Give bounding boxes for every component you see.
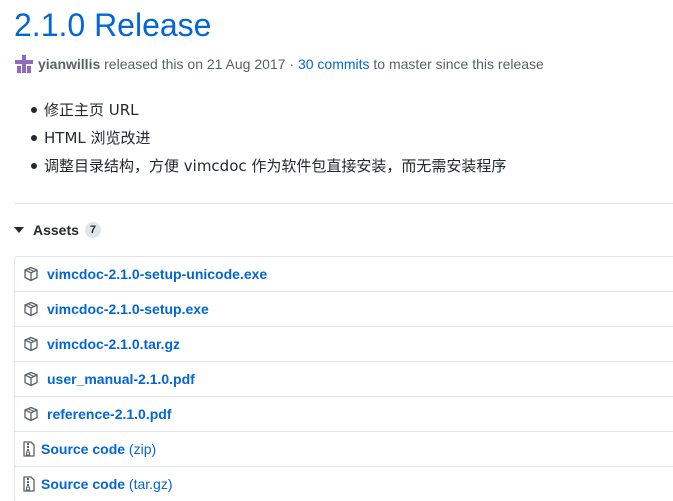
commits-suffix: to master since this release [369,56,544,72]
author-link[interactable]: yianwillis [38,56,100,72]
source-code-label: Source code [41,441,126,457]
bullet-icon [31,107,37,113]
release-note-text: HTML 浏览改进 [44,129,151,147]
release-meta: yianwillis released this on 21 Aug 2017 … [14,54,544,74]
release-note-item: 修正主页 URL [24,96,506,124]
avatar[interactable] [14,54,34,74]
package-icon [24,406,38,422]
asset-row: vimcdoc-2.1.0.tar.gz [15,327,673,362]
assets-list: vimcdoc-2.1.0-setup-unicode.exe vimcdoc-… [14,256,673,501]
package-icon [24,266,38,282]
source-code-format: (zip) [128,441,157,457]
assets-toggle[interactable]: Assets 7 [14,219,101,241]
triangle-down-icon [14,227,24,233]
asset-download-link[interactable]: user_manual-2.1.0.pdf [47,371,195,387]
release-notes: 修正主页 URL HTML 浏览改进 调整目录结构，方便 vimcdoc 作为软… [24,96,506,180]
release-title[interactable]: 2.1.0 Release [14,4,211,46]
asset-row: Source code (zip) [15,432,673,467]
commits-link[interactable]: 30 commits [298,56,370,72]
source-code-label: Source code [41,476,126,492]
source-code-zip-link[interactable]: Source code (zip) [41,441,156,457]
bullet-icon [31,163,37,169]
assets-count-badge: 7 [84,222,101,238]
asset-row: user_manual-2.1.0.pdf [15,362,673,397]
asset-row: reference-2.1.0.pdf [15,397,673,432]
asset-download-link[interactable]: vimcdoc-2.1.0-setup.exe [47,301,209,317]
asset-download-link[interactable]: reference-2.1.0.pdf [47,406,172,422]
asset-row: vimcdoc-2.1.0-setup-unicode.exe [15,257,673,292]
file-zip-icon [23,476,35,492]
source-code-targz-link[interactable]: Source code (tar.gz) [41,476,173,492]
assets-label: Assets [33,222,79,238]
divider [14,203,673,204]
release-note-text: 修正主页 URL [44,101,139,119]
asset-row: vimcdoc-2.1.0-setup.exe [15,292,673,327]
package-icon [24,301,38,317]
release-page: 2.1.0 Release yianwillis released this o… [0,0,673,501]
release-note-item: HTML 浏览改进 [24,124,506,152]
package-icon [24,371,38,387]
file-zip-icon [23,441,35,457]
release-note-item: 调整目录结构，方便 vimcdoc 作为软件包直接安装，而无需安装程序 [24,152,506,180]
package-icon [24,336,38,352]
asset-download-link[interactable]: vimcdoc-2.1.0.tar.gz [47,336,180,352]
source-code-format: (tar.gz) [128,476,173,492]
released-text: released this on 21 Aug 2017 · [100,56,298,72]
release-note-text: 调整目录结构，方便 vimcdoc 作为软件包直接安装，而无需安装程序 [44,157,507,175]
bullet-icon [31,135,37,141]
asset-row: Source code (tar.gz) [15,467,673,501]
asset-download-link[interactable]: vimcdoc-2.1.0-setup-unicode.exe [47,266,267,282]
